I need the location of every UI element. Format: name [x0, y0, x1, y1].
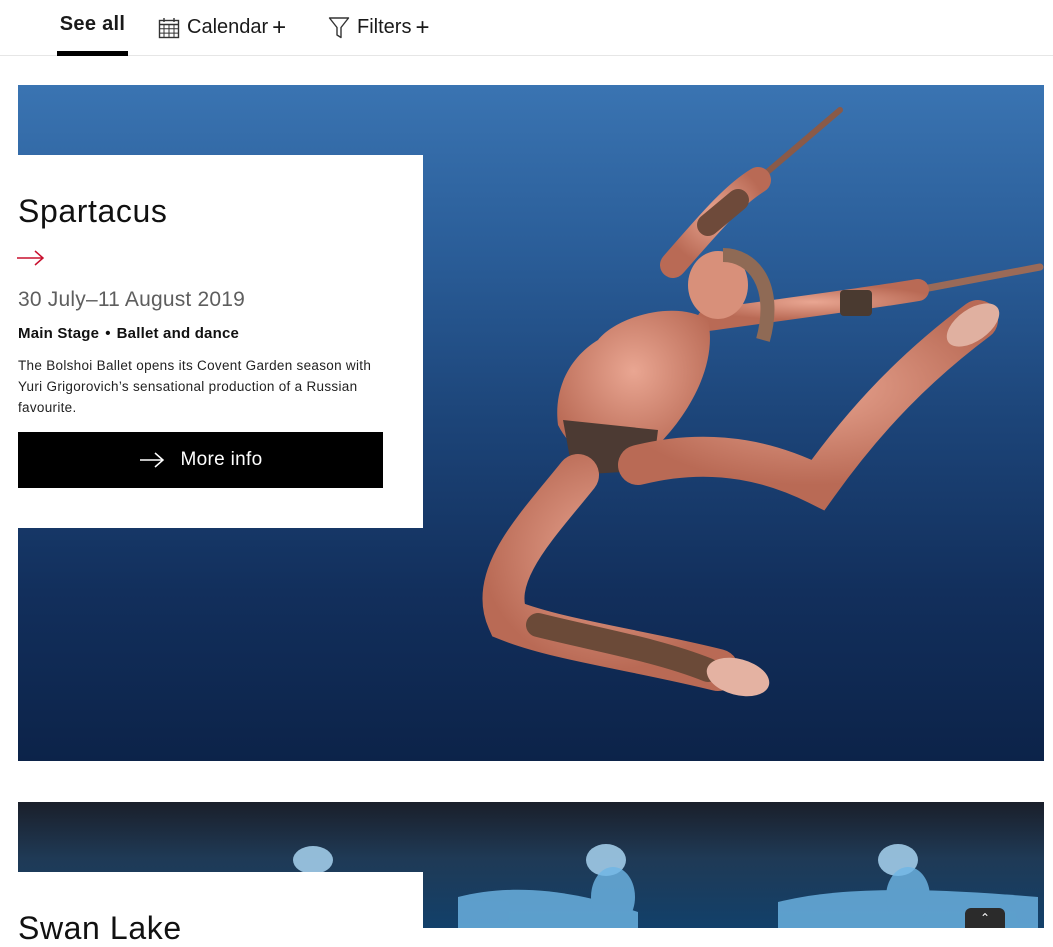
event-venue: Main Stage: [18, 325, 100, 342]
more-info-button[interactable]: More info: [18, 432, 383, 488]
event-card: Spartacus 30 July–11 August 2019 Main St…: [16, 155, 423, 528]
tab-calendar[interactable]: Calendar +: [158, 0, 286, 55]
tab-filters-label: Filters: [357, 16, 412, 38]
tab-see-all-label: See all: [59, 13, 126, 35]
arrow-right-icon: [139, 452, 164, 468]
event-title[interactable]: Spartacus: [18, 193, 167, 230]
event-title[interactable]: Swan Lake: [18, 910, 182, 947]
filter-icon: [328, 16, 350, 38]
event-card: Swan Lake: [18, 872, 423, 946]
event-meta: Main Stage • Ballet and dance: [18, 325, 239, 342]
chevron-up-icon[interactable]: ⌃: [965, 908, 1005, 928]
filters-plus-icon: +: [415, 13, 430, 41]
meta-separator: •: [105, 325, 111, 342]
tab-see-all[interactable]: See all: [57, 0, 128, 56]
tab-filters[interactable]: Filters +: [328, 0, 429, 55]
event-date: 30 July–11 August 2019: [18, 288, 246, 311]
filter-nav: See all Calendar + Filters +: [0, 0, 1053, 56]
calendar-icon: [158, 17, 180, 38]
event-category: Ballet and dance: [116, 325, 240, 342]
tab-calendar-label: Calendar: [187, 16, 269, 38]
event-description: The Bolshoi Ballet opens its Covent Gard…: [18, 358, 372, 415]
more-info-label: More info: [180, 449, 263, 470]
arrow-right-icon[interactable]: [16, 249, 46, 267]
calendar-plus-icon: +: [272, 13, 287, 41]
